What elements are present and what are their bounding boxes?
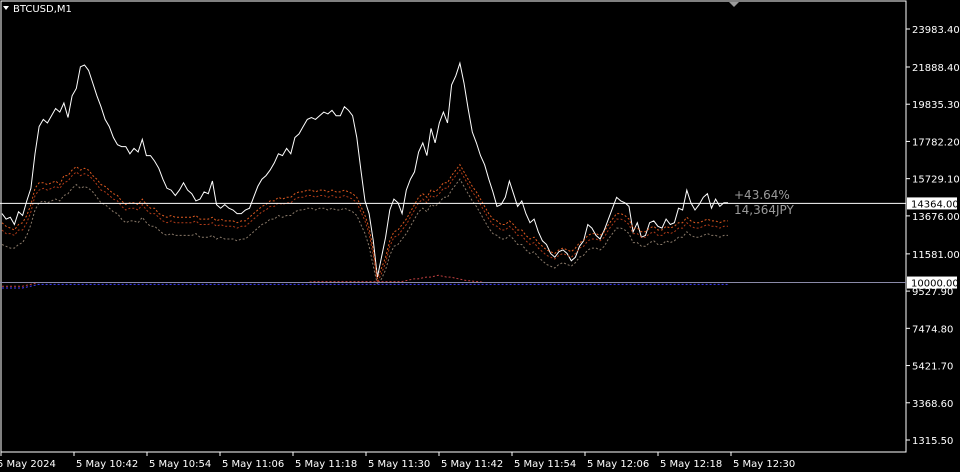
y-tick-label: 17782.20 [912,137,960,148]
current-level-label: 14364.00 [911,199,959,210]
y-tick-label: 5421.70 [912,362,953,373]
symbol-label: BTCUSD,M1 [13,4,72,15]
x-tick-label: 5 May 12:06 [587,459,649,470]
x-tick-label: 5 May 12:30 [733,459,795,470]
y-tick-label: 7474.80 [912,324,953,335]
x-tick-label: 5 May 2024 [0,459,56,470]
y-tick-label: 1315.50 [912,436,953,447]
y-tick-label: 21888.40 [912,63,960,74]
y-tick-label: 23983.40 [912,25,960,36]
price-chart[interactable]: BTCUSD,M1 14364.0010000.00 23983.4021888… [0,0,960,472]
x-tick-label: 5 May 11:54 [514,459,576,470]
y-tick-label: 9527.90 [912,287,953,298]
y-tick-label: 13676.00 [912,212,960,223]
x-tick-label: 5 May 11:42 [441,459,503,470]
y-tick-label: 3368.60 [912,399,953,410]
value-text-label: 14,364JPY [734,203,795,217]
change-percent-label: +43.64% [734,188,790,202]
y-tick-label: 11581.00 [912,250,960,261]
x-tick-label: 5 May 11:30 [368,459,430,470]
x-tick-label: 5 May 10:42 [76,459,138,470]
y-tick-label: 15729.10 [912,175,960,186]
x-tick-label: 5 May 11:18 [295,459,357,470]
x-tick-label: 5 May 11:06 [222,459,284,470]
x-tick-label: 5 May 12:18 [660,459,722,470]
y-tick-label: 19835.30 [912,100,960,111]
x-tick-label: 5 May 10:54 [149,459,211,470]
chart-background [0,0,960,472]
